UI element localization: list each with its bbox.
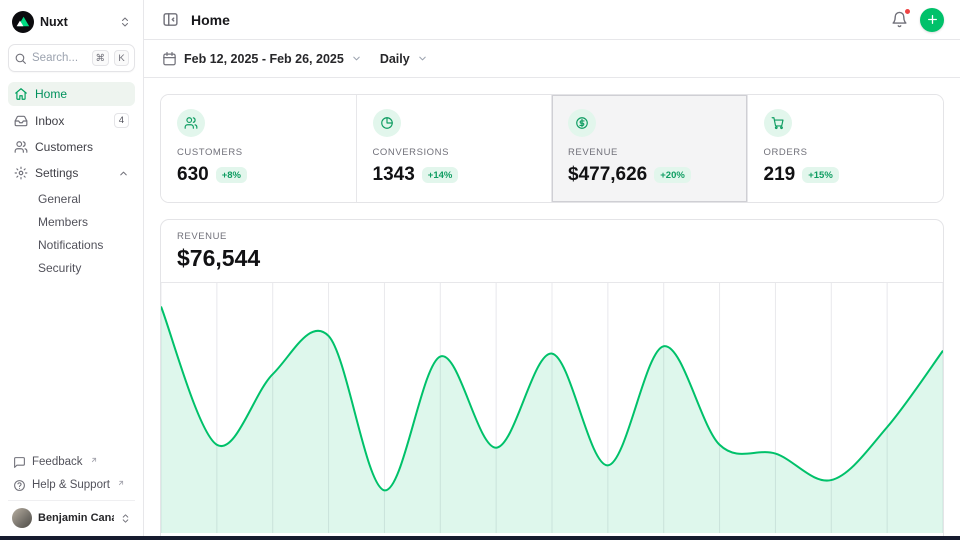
- external-link-icon: [90, 456, 98, 464]
- sidebar: Nuxt ⌘ K Home Inbo: [0, 0, 144, 536]
- stat-value: 630: [177, 164, 209, 186]
- sidebar-nav: Home Inbox 4 Customers Settings: [8, 82, 135, 279]
- chevron-up-icon: [118, 168, 129, 179]
- date-range-label: Feb 12, 2025 - Feb 26, 2025: [184, 52, 344, 66]
- stat-card-orders[interactable]: ORDERS 219 +15%: [748, 95, 944, 202]
- plus-icon: [926, 13, 939, 26]
- stat-card-customers[interactable]: CUSTOMERS 630 +8%: [161, 95, 357, 202]
- chart-header: REVENUE $76,544: [161, 220, 943, 283]
- revenue-chart-svg: [161, 283, 943, 533]
- settings-subnav: General Members Notifications Security: [8, 188, 135, 279]
- window-bottom-edge: [0, 536, 960, 540]
- stat-label: CUSTOMERS: [177, 147, 340, 158]
- sidebar-footer: Feedback Help & Support: [8, 452, 135, 496]
- search-box[interactable]: ⌘ K: [8, 44, 135, 72]
- filter-bar: Feb 12, 2025 - Feb 26, 2025 Daily: [144, 40, 960, 78]
- revenue-chart-card: REVENUE $76,544 14 Feb16 Feb18 Feb20 Feb…: [160, 219, 944, 536]
- feedback-link[interactable]: Feedback: [8, 452, 135, 473]
- cart-icon: [764, 109, 792, 137]
- nav-label: Inbox: [35, 114, 107, 128]
- chevron-down-icon: [351, 53, 362, 64]
- app-window: Nuxt ⌘ K Home Inbo: [0, 0, 960, 536]
- stat-value: $477,626: [568, 164, 647, 186]
- notifications-button[interactable]: [889, 9, 910, 30]
- sidebar-toggle-button[interactable]: [160, 9, 181, 30]
- calendar-icon: [162, 51, 177, 66]
- main-area: Home Feb 12, 2025 - Feb 26, 2025: [144, 0, 960, 536]
- stat-label: REVENUE: [568, 147, 731, 158]
- granularity-label: Daily: [380, 52, 410, 66]
- chevrons-up-down-icon: [119, 16, 131, 28]
- stat-card-revenue[interactable]: REVENUE $477,626 +20%: [552, 95, 748, 202]
- message-bubble-icon: [13, 456, 26, 469]
- stat-card-conversions[interactable]: CONVERSIONS 1343 +14%: [357, 95, 553, 202]
- pie-chart-icon: [373, 109, 401, 137]
- feedback-label: Feedback: [32, 456, 83, 469]
- nav-label: Settings: [35, 166, 111, 180]
- add-button[interactable]: [920, 8, 944, 32]
- kbd-k: K: [114, 50, 129, 66]
- delta-badge: +14%: [422, 167, 459, 183]
- sidebar-item-notifications[interactable]: Notifications: [8, 234, 135, 256]
- help-support-label: Help & Support: [32, 479, 110, 492]
- gear-icon: [14, 166, 28, 180]
- notification-dot: [904, 8, 911, 15]
- sidebar-item-customers[interactable]: Customers: [8, 135, 135, 159]
- user-menu[interactable]: Benjamin Canac: [8, 500, 135, 530]
- external-link-icon: [117, 479, 125, 487]
- delta-badge: +8%: [216, 167, 247, 183]
- stat-label: ORDERS: [764, 147, 928, 158]
- nav-label: Home: [35, 87, 129, 101]
- chevrons-up-down-icon: [120, 513, 131, 524]
- sidebar-item-security[interactable]: Security: [8, 257, 135, 279]
- page-title: Home: [191, 12, 879, 28]
- delta-badge: +15%: [802, 167, 839, 183]
- search-icon: [14, 52, 27, 65]
- stat-value: 1343: [373, 164, 415, 186]
- help-support-link[interactable]: Help & Support: [8, 475, 135, 496]
- workspace-name: Nuxt: [40, 15, 113, 29]
- nav-label: Customers: [35, 140, 129, 154]
- chart-metric-value: $76,544: [177, 245, 927, 272]
- users-icon: [14, 140, 28, 154]
- users-icon: [177, 109, 205, 137]
- stat-label: CONVERSIONS: [373, 147, 536, 158]
- sidebar-spacer: [8, 279, 135, 452]
- stats-row: CUSTOMERS 630 +8% CONVERSIONS 1343 +14%: [160, 94, 944, 203]
- revenue-chart[interactable]: [161, 283, 943, 533]
- date-range-picker[interactable]: Feb 12, 2025 - Feb 26, 2025: [160, 47, 364, 70]
- home-icon: [14, 87, 28, 101]
- sidebar-item-inbox[interactable]: Inbox 4: [8, 108, 135, 133]
- workspace-switcher[interactable]: Nuxt: [8, 8, 135, 36]
- sidebar-item-home[interactable]: Home: [8, 82, 135, 106]
- sidebar-item-members[interactable]: Members: [8, 211, 135, 233]
- delta-badge: +20%: [654, 167, 691, 183]
- user-name: Benjamin Canac: [38, 512, 114, 524]
- panel-left-icon: [162, 11, 179, 28]
- chart-metric-label: REVENUE: [177, 231, 927, 242]
- help-circle-icon: [13, 479, 26, 492]
- inbox-count-badge: 4: [114, 113, 129, 128]
- nuxt-logo: [12, 11, 34, 33]
- circle-dollar-icon: [568, 109, 596, 137]
- inbox-icon: [14, 114, 28, 128]
- page-header: Home: [144, 0, 960, 40]
- sidebar-item-general[interactable]: General: [8, 188, 135, 210]
- search-input[interactable]: [32, 52, 87, 64]
- kbd-meta: ⌘: [92, 50, 110, 66]
- content-area: CUSTOMERS 630 +8% CONVERSIONS 1343 +14%: [144, 78, 960, 536]
- sidebar-item-settings[interactable]: Settings: [8, 161, 135, 185]
- stat-value: 219: [764, 164, 796, 186]
- avatar: [12, 508, 32, 528]
- granularity-select[interactable]: Daily: [378, 48, 430, 70]
- chevron-down-icon: [417, 53, 428, 64]
